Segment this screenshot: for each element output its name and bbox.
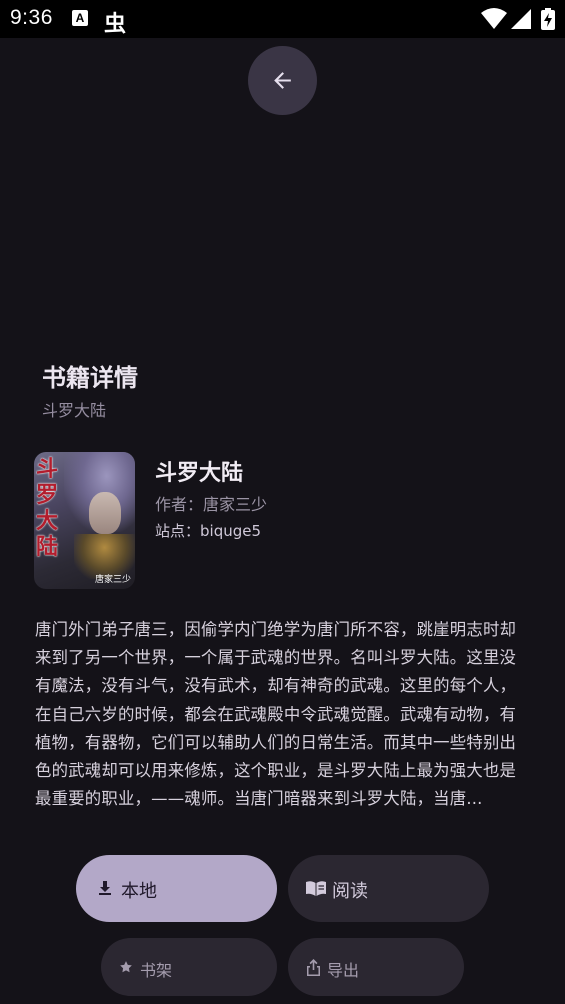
- book-cover: 斗罗大陆 唐家三少: [34, 452, 135, 589]
- share-icon: [307, 959, 320, 976]
- arrow-left-icon: [274, 72, 291, 89]
- cover-author: 唐家三少: [94, 575, 131, 585]
- export-button-label: 导出: [327, 961, 360, 980]
- bug-icon: 虫: [104, 12, 127, 37]
- wifi-icon: [481, 8, 507, 29]
- page-title: 书籍详情: [42, 364, 138, 392]
- local-button[interactable]: 本地: [76, 855, 277, 922]
- bookshelf-button-label: 书架: [140, 961, 173, 980]
- cover-art-face: [89, 492, 121, 534]
- download-icon: [99, 881, 111, 895]
- book-description: 唐门外门弟子唐三，因偷学内门绝学为唐门所不容，跳崖明志时却来到了另一个世界，一个…: [35, 620, 517, 809]
- bookshelf-button[interactable]: 书架: [101, 938, 277, 996]
- book-site: 站点：biquge5: [155, 522, 262, 540]
- star-icon: [120, 961, 132, 973]
- a-letter-icon: A: [72, 10, 88, 26]
- status-bar: 9:36 A 虫: [0, 0, 565, 38]
- book-open-icon: [306, 881, 326, 896]
- book-detail-screen: 9:36 A 虫 书籍详情 斗罗大陆 斗罗大陆 唐家三少 斗罗大陆 作者：唐家三…: [0, 0, 565, 1004]
- cover-title: 斗罗大陆: [36, 456, 59, 560]
- read-button[interactable]: 阅读: [288, 855, 489, 922]
- local-button-label: 本地: [121, 881, 157, 902]
- book-title: 斗罗大陆: [155, 461, 244, 486]
- status-time: 9:36: [10, 6, 53, 29]
- back-button[interactable]: [248, 46, 317, 115]
- read-button-label: 阅读: [332, 881, 368, 902]
- signal-icon: [511, 9, 531, 29]
- book-author: 作者：唐家三少: [155, 495, 268, 514]
- page-subtitle: 斗罗大陆: [42, 401, 107, 420]
- system-icons: [481, 8, 557, 30]
- battery-icon: [541, 8, 555, 30]
- export-button[interactable]: 导出: [288, 938, 464, 996]
